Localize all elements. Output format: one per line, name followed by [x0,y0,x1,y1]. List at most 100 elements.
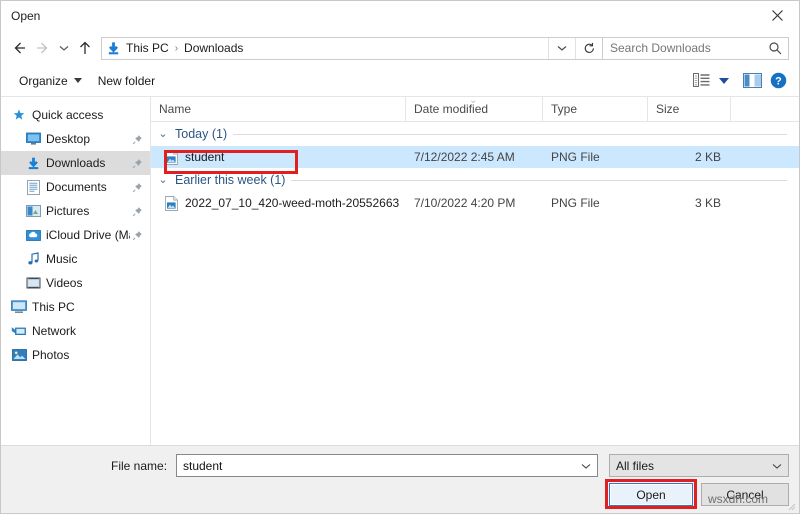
search-input[interactable]: Search Downloads [603,41,762,55]
desktop-icon [23,132,43,146]
sidebar-item-label: Pictures [46,204,90,218]
sidebar-item-desktop[interactable]: Desktop [1,127,150,151]
column-header-filler [731,97,799,121]
chevron-down-icon [59,46,69,51]
file-name-text: 2022_07_10_420-weed-moth-20552663 [185,196,400,210]
group-divider [233,133,787,135]
sidebar-item-label: Music [46,252,78,266]
pin-icon [130,206,144,217]
breadcrumb-item-downloads[interactable]: Downloads [182,41,245,55]
command-bar: Organize New folder ? [1,65,799,97]
sidebar-item-pictures[interactable]: Pictures [1,199,150,223]
file-name-value[interactable]: student [177,459,575,473]
file-list-pane: Name Date modified Type Size ⌄ ⌄ Today (… [151,96,799,445]
help-button[interactable]: ? [766,70,791,91]
group-header-earlier-this-week[interactable]: ⌄ Earlier this week (1) [151,168,799,192]
group-title: Earlier this week (1) [175,173,286,187]
file-date-cell: 7/10/2022 4:20 PM [414,196,516,210]
photos-icon [9,348,29,362]
file-name-cell[interactable]: 2022_07_10_420-weed-moth-20552663 [151,192,406,214]
chevron-down-glyph [581,463,591,469]
table-row[interactable]: student 7/12/2022 2:45 AM PNG File 2 KB [151,146,799,168]
dialog-body: Quick access Desktop Downloads Documents… [1,96,799,445]
resize-grip-icon[interactable] [786,501,796,511]
sidebar-item-videos[interactable]: Videos [1,271,150,295]
sidebar-item-documents[interactable]: Documents [1,175,150,199]
star-pin-icon [13,109,25,120]
computer-icon [11,300,27,313]
chevron-down-icon[interactable] [575,460,597,472]
chevron-down-icon[interactable]: ⌄ [157,128,169,140]
file-type-cell: PNG File [551,150,600,164]
column-header-size[interactable]: Size [648,97,731,121]
help-circle-icon: ? [770,72,787,89]
search-box[interactable]: Search Downloads [603,36,789,60]
sidebar-item-label: Network [32,324,77,338]
column-header-name[interactable]: Name [151,97,406,121]
sidebar-item-photos[interactable]: Photos [1,343,150,367]
file-size-cell: 3 KB [694,196,721,210]
refresh-button[interactable] [575,37,602,59]
address-bar[interactable]: This PC › Downloads [101,36,603,60]
column-header-type[interactable]: Type [543,97,648,121]
sidebar-item-icloud-drive[interactable]: iCloud Drive (Ma [1,223,150,247]
open-button[interactable]: Open [609,483,693,506]
organize-button[interactable]: Organize [11,70,90,92]
preview-pane-button[interactable] [739,71,766,90]
music-icon [23,252,43,266]
sidebar-item-quick-access[interactable]: Quick access [1,103,150,127]
search-icon [762,41,788,55]
file-name-cell[interactable]: student [151,146,406,168]
back-button[interactable] [7,36,31,60]
cloud-folder-icon [25,229,41,241]
music-note-icon [27,252,39,265]
up-button[interactable] [73,36,97,60]
sidebar-item-label: Photos [32,348,70,362]
sidebar-item-network[interactable]: Network [1,319,150,343]
sidebar-item-label: Quick access [32,108,104,122]
window-title: Open [11,9,41,23]
this-pc-icon [9,300,29,314]
open-file-dialog: Open This PC › Downloads Search Download… [0,0,800,514]
chevron-down-icon[interactable]: ⌄ [157,174,169,186]
image-file-icon [164,195,178,211]
pin-icon [130,134,144,145]
file-name-input[interactable]: student [176,454,598,477]
pushpin-icon [132,158,142,168]
title-bar: Open [1,1,799,31]
downloads-icon [23,156,43,171]
file-type-filter-dropdown[interactable]: All files [609,454,789,477]
navigation-pane: Quick access Desktop Downloads Documents… [1,97,151,445]
file-size-cell: 2 KB [694,150,721,164]
view-options-button[interactable] [689,71,715,90]
image-file-icon [164,149,178,165]
chevron-down-icon[interactable] [766,460,788,472]
file-name-label: File name: [111,459,168,473]
download-arrow-icon [28,157,38,169]
network-icon [9,324,29,338]
icloud-drive-icon [23,229,43,242]
sidebar-item-music[interactable]: Music [1,247,150,271]
breadcrumb-item-this-pc[interactable]: This PC [124,41,171,55]
address-history-button[interactable] [548,37,575,59]
pushpin-icon [132,230,142,240]
refresh-icon [584,42,594,53]
pin-star-icon [9,108,29,122]
network-computers-icon [11,327,26,335]
sidebar-item-downloads[interactable]: Downloads [1,151,150,175]
picture-icon [25,204,41,217]
file-type-filter-value: All files [616,458,655,473]
arrow-up-icon [80,41,90,54]
recent-locations-button[interactable] [55,36,73,60]
new-folder-button[interactable]: New folder [90,70,163,92]
close-button[interactable] [755,1,799,30]
sidebar-item-this-pc[interactable]: This PC [1,295,150,319]
pin-icon [130,158,144,169]
view-dropdown-caret-icon[interactable] [719,77,729,84]
table-row[interactable]: 2022_07_10_420-weed-moth-20552663 7/10/2… [151,192,799,214]
group-title: Today (1) [175,127,228,141]
breadcrumb-separator: › [174,42,179,54]
group-header-today[interactable]: ⌄ Today (1) [151,122,799,146]
sidebar-item-label: Desktop [46,132,91,146]
chevron-down-icon [557,46,567,51]
